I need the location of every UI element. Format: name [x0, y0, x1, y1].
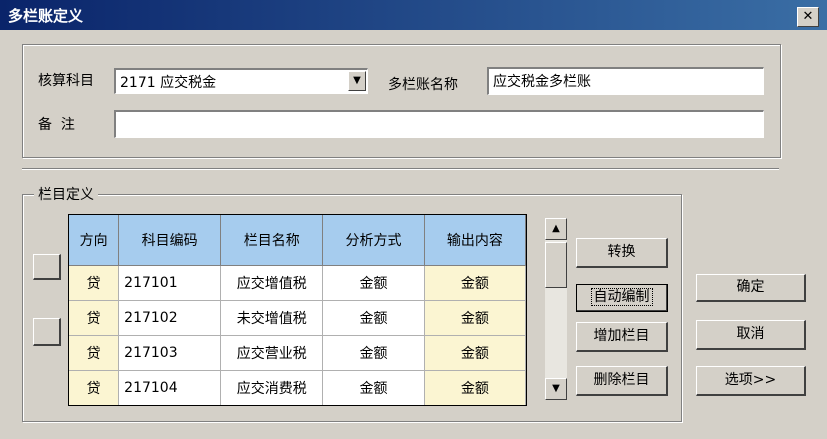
cell-analysis[interactable]: 金额 [322, 300, 425, 336]
cell-output[interactable]: 金额 [424, 370, 526, 405]
columns-group-title: 栏目定义 [34, 184, 98, 204]
convert-button[interactable]: 转换 [576, 238, 668, 268]
row-up-button[interactable] [33, 254, 61, 280]
cell-direction[interactable]: 贷 [69, 370, 120, 405]
cell-code[interactable]: 217102 [118, 300, 222, 336]
cell-name[interactable]: 未交增值税 [220, 300, 324, 336]
cell-name[interactable]: 应交营业税 [220, 335, 324, 371]
table-row[interactable]: 贷 217102 未交增值税 金额 金额 [69, 300, 526, 336]
cell-analysis[interactable]: 金额 [322, 265, 425, 301]
cell-analysis[interactable]: 金额 [322, 335, 425, 371]
ok-button[interactable]: 确定 [696, 274, 806, 302]
cell-code[interactable]: 217104 [118, 370, 222, 405]
cell-code[interactable]: 217101 [118, 265, 222, 301]
subject-combo-value: 2171 应交税金 [120, 75, 217, 91]
table-row[interactable]: 贷 217104 应交消费税 金额 金额 [69, 370, 526, 405]
grid-header-row: 方向 科目编码 栏目名称 分析方式 输出内容 [69, 215, 526, 266]
ledger-name-label: 多栏账名称 [388, 77, 458, 93]
table-row[interactable]: 贷 217101 应交增值税 金额 金额 [69, 265, 526, 301]
cancel-button[interactable]: 取消 [696, 320, 806, 350]
col-header-analysis[interactable]: 分析方式 [322, 215, 425, 266]
col-header-output[interactable]: 输出内容 [424, 215, 526, 266]
cell-output[interactable]: 金额 [424, 335, 526, 371]
header-group [22, 44, 781, 158]
col-header-name[interactable]: 栏目名称 [220, 215, 324, 266]
remark-field[interactable] [114, 110, 764, 138]
columns-grid: 方向 科目编码 栏目名称 分析方式 输出内容 贷 217101 应交增值税 金额… [68, 214, 527, 406]
subject-combo[interactable]: 2171 应交税金 ▼ [114, 68, 368, 94]
cell-analysis[interactable]: 金额 [322, 370, 425, 405]
scroll-down-icon[interactable]: ▼ [545, 378, 567, 400]
col-header-code[interactable]: 科目编码 [118, 215, 222, 266]
delete-column-button[interactable]: 删除栏目 [576, 366, 668, 396]
separator [22, 168, 779, 170]
title-bar: 多栏账定义 ✕ [0, 0, 827, 30]
table-row[interactable]: 贷 217103 应交营业税 金额 金额 [69, 335, 526, 371]
cell-direction[interactable]: 贷 [69, 300, 120, 336]
scroll-up-icon[interactable]: ▲ [545, 218, 567, 240]
subject-label: 核算科目 [38, 73, 94, 89]
cell-direction[interactable]: 贷 [69, 335, 120, 371]
cell-output[interactable]: 金额 [424, 265, 526, 301]
cell-name[interactable]: 应交增值税 [220, 265, 324, 301]
options-button[interactable]: 选项>> [696, 366, 806, 396]
auto-compile-button[interactable]: 自动编制 [576, 284, 668, 312]
cell-name[interactable]: 应交消费税 [220, 370, 324, 405]
add-column-button[interactable]: 增加栏目 [576, 322, 668, 352]
col-header-direction[interactable]: 方向 [69, 215, 120, 266]
scroll-thumb[interactable] [545, 242, 567, 288]
window-title: 多栏账定义 [8, 7, 84, 25]
cell-direction[interactable]: 贷 [69, 265, 120, 301]
grid-scrollbar[interactable]: ▲ ▼ [545, 218, 567, 400]
ledger-name-field[interactable]: 应交税金多栏账 [487, 67, 764, 95]
row-down-button[interactable] [33, 318, 61, 346]
chevron-down-icon[interactable]: ▼ [348, 71, 366, 91]
cell-code[interactable]: 217103 [118, 335, 222, 371]
cell-output[interactable]: 金额 [424, 300, 526, 336]
auto-compile-label: 自动编制 [590, 288, 653, 306]
close-button[interactable]: ✕ [797, 7, 819, 27]
remark-label: 备 注 [38, 117, 75, 133]
